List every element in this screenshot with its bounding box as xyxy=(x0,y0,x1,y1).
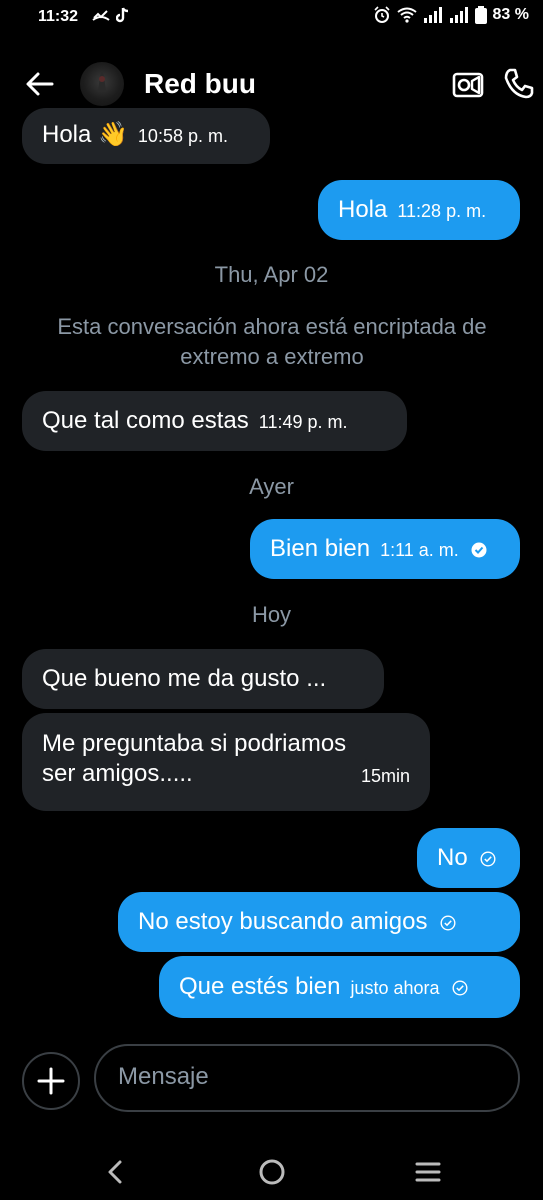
message-incoming[interactable]: Que tal como estas 11:49 p. m. xyxy=(22,391,407,451)
battery-icon xyxy=(474,6,487,24)
message-outgoing[interactable]: Hola 11:28 p. m. xyxy=(318,180,520,240)
message-outgoing[interactable]: No xyxy=(417,828,520,888)
signal-icon xyxy=(423,7,442,23)
encryption-notice: Esta conversación ahora está encriptada … xyxy=(57,314,487,369)
video-camera-icon[interactable] xyxy=(450,66,486,102)
contact-name[interactable]: Red buu xyxy=(144,68,256,100)
menu-icon[interactable] xyxy=(408,1152,448,1192)
plus-icon xyxy=(37,1067,65,1095)
battery-percent: 83 % xyxy=(492,6,529,23)
date-separator: Hoy xyxy=(251,602,292,627)
sent-check-icon xyxy=(452,980,468,996)
back-arrow-icon[interactable] xyxy=(22,66,58,102)
wifi-icon xyxy=(396,7,417,23)
attach-button[interactable] xyxy=(22,1052,80,1110)
message-input[interactable] xyxy=(116,1062,500,1092)
sent-check-icon xyxy=(480,851,496,867)
tiktok-icon xyxy=(116,7,129,23)
date-separator: Ayer xyxy=(249,474,294,499)
signal-icon-2 xyxy=(449,7,468,23)
alarm-icon xyxy=(373,6,390,23)
status-bar: 11:32 83 % xyxy=(0,0,543,36)
message-outgoing[interactable]: Que estés bien justo ahora xyxy=(159,956,520,1018)
avatar[interactable] xyxy=(80,62,124,106)
phone-icon[interactable] xyxy=(500,64,538,102)
message-incoming[interactable]: Hola 👋 10:58 p. m. xyxy=(22,108,270,164)
missed-call-icon xyxy=(92,10,110,21)
read-check-icon xyxy=(471,542,487,558)
home-circle-icon[interactable] xyxy=(252,1152,292,1192)
message-outgoing[interactable]: No estoy buscando amigos xyxy=(118,892,520,952)
message-input-box[interactable] xyxy=(94,1044,520,1112)
message-incoming[interactable]: Que bueno me da gusto ... xyxy=(22,649,384,709)
status-time: 11:32 xyxy=(38,8,79,25)
message-outgoing[interactable]: Bien bien 1:11 a. m. xyxy=(250,519,520,579)
chevron-left-icon[interactable] xyxy=(96,1152,136,1192)
date-separator: Thu, Apr 02 xyxy=(214,262,329,287)
sent-check-icon xyxy=(440,915,456,931)
message-incoming[interactable]: Me preguntaba si podriamos ser amigos...… xyxy=(22,713,430,811)
system-nav-bar xyxy=(0,1140,543,1200)
